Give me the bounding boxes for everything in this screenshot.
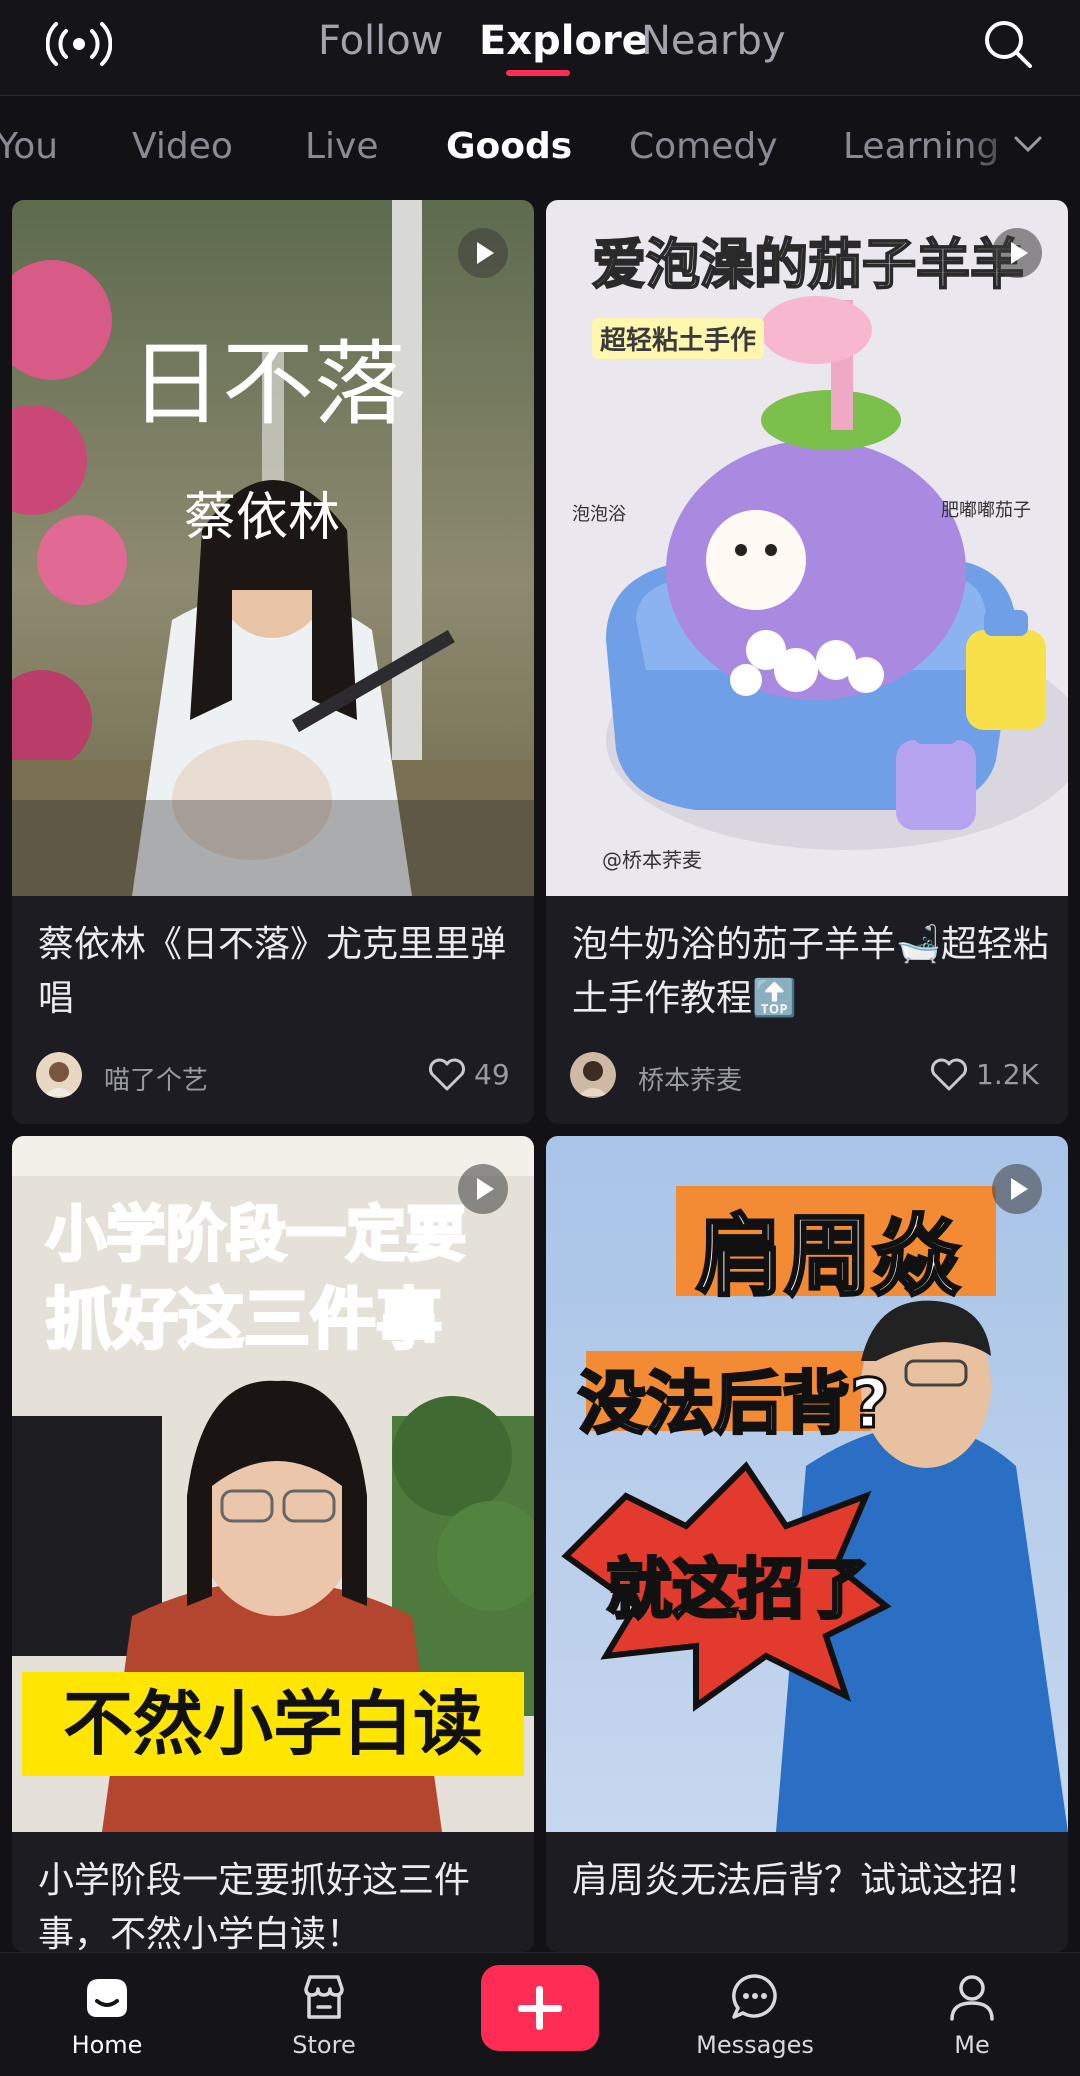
card-title[interactable]: 肩周炎无法后背？试试这招！ — [572, 1854, 1050, 1908]
active-tab-indicator — [506, 70, 570, 76]
overlay-text: 肥嘟嘟茄子 — [941, 500, 1031, 521]
overlay-text: 没法后背? — [576, 1364, 890, 1446]
category-you[interactable]: You — [0, 126, 58, 167]
video-card[interactable]: 小学阶段一定要 抓好这三件事 不然小学白读 小学阶段一定要抓好这三件事，不然小学… — [12, 1136, 534, 1952]
play-icon — [458, 1164, 508, 1214]
video-thumbnail[interactable]: 爱泡澡的茄子羊羊 超轻粘土手作 泡泡浴 肥嘟嘟茄子 @桥本荞麦 — [546, 200, 1068, 896]
chevron-down-icon[interactable] — [1012, 132, 1044, 156]
tab-follow[interactable]: Follow — [318, 18, 443, 64]
overlay-text: 爱泡澡的茄子羊羊 — [591, 232, 1025, 297]
bottom-navigation: Home Store Messages Me — [0, 1952, 1080, 2076]
home-icon — [87, 1979, 127, 2017]
nav-messages[interactable]: Messages — [685, 1953, 825, 2076]
category-goods[interactable]: Goods — [446, 126, 572, 167]
card-title[interactable]: 蔡依林《日不落》尤克里里弹唱 — [38, 918, 516, 1026]
like-count: 1.2K — [976, 1058, 1039, 1091]
search-icon[interactable] — [982, 18, 1034, 70]
overlay-text: 蔡依林 — [184, 488, 341, 548]
card-title[interactable]: 小学阶段一定要抓好这三件事，不然小学白读！ — [38, 1854, 516, 1952]
avatar[interactable] — [36, 1052, 82, 1098]
video-card[interactable]: 日不落 蔡依林 蔡依林《日不落》尤克里里弹唱 喵了个艺 49 — [12, 200, 534, 1124]
category-bar: You Video Live Goods Comedy Learning — [0, 96, 1080, 196]
nav-me[interactable]: Me — [902, 1953, 1042, 2076]
tab-explore[interactable]: Explore — [479, 18, 649, 64]
video-card[interactable]: 爱泡澡的茄子羊羊 超轻粘土手作 泡泡浴 肥嘟嘟茄子 @桥本荞麦 泡牛奶浴的茄子羊… — [546, 200, 1068, 1124]
live-broadcast-icon[interactable] — [46, 20, 112, 68]
overlay-text: 不然小学白读 — [22, 1672, 524, 1776]
overlay-text: 就这招了 — [605, 1550, 872, 1630]
play-icon — [992, 228, 1042, 278]
overlay-text: 肩周焱 — [694, 1204, 961, 1310]
nav-label: Me — [954, 2031, 990, 2059]
messages-icon — [732, 1974, 777, 2019]
profile-icon — [950, 1975, 994, 2021]
video-thumbnail[interactable]: 小学阶段一定要 抓好这三件事 不然小学白读 — [12, 1136, 534, 1832]
thumbnail-image — [546, 200, 1068, 896]
category-video[interactable]: Video — [132, 126, 233, 167]
heart-icon[interactable] — [930, 1058, 968, 1092]
play-icon — [458, 228, 508, 278]
overlay-text: 泡泡浴 — [572, 504, 626, 525]
like-count: 49 — [474, 1058, 510, 1091]
overlay-text: 抓好这三件事 — [45, 1280, 444, 1360]
overlay-text: 超轻粘土手作 — [592, 318, 765, 359]
app-root: Follow Explore Nearby You Video Live Goo… — [0, 0, 1080, 2076]
nav-label: Store — [292, 2031, 356, 2059]
tab-nearby[interactable]: Nearby — [641, 18, 786, 64]
heart-icon[interactable] — [428, 1058, 466, 1092]
video-thumbnail[interactable]: 日不落 蔡依林 — [12, 200, 534, 896]
card-title[interactable]: 泡牛奶浴的茄子羊羊🛁超轻粘土手作教程🔝 — [572, 918, 1050, 1026]
video-thumbnail[interactable]: 肩周焱 没法后背? 就这招了 — [546, 1136, 1068, 1832]
nav-home[interactable]: Home — [37, 1953, 177, 2076]
create-post-button[interactable] — [481, 1965, 599, 2051]
top-bar: Follow Explore Nearby — [0, 0, 1080, 96]
author-name[interactable]: 喵了个艺 — [104, 1060, 208, 1097]
overlay-text: 日不落 — [130, 331, 407, 438]
nav-store[interactable]: Store — [254, 1953, 394, 2076]
store-icon — [304, 1975, 344, 2019]
nav-label: Messages — [696, 2031, 814, 2059]
avatar[interactable] — [570, 1052, 616, 1098]
nav-label: Home — [71, 2031, 143, 2059]
category-comedy[interactable]: Comedy — [629, 126, 778, 167]
overlay-text: @桥本荞麦 — [602, 848, 702, 872]
video-card[interactable]: 肩周焱 没法后背? 就这招了 肩周炎无法后背？试试这招！ — [546, 1136, 1068, 1952]
category-live[interactable]: Live — [305, 126, 379, 167]
author-name[interactable]: 桥本荞麦 — [638, 1060, 742, 1097]
overlay-text: 小学阶段一定要 — [45, 1199, 468, 1272]
play-icon — [992, 1164, 1042, 1214]
